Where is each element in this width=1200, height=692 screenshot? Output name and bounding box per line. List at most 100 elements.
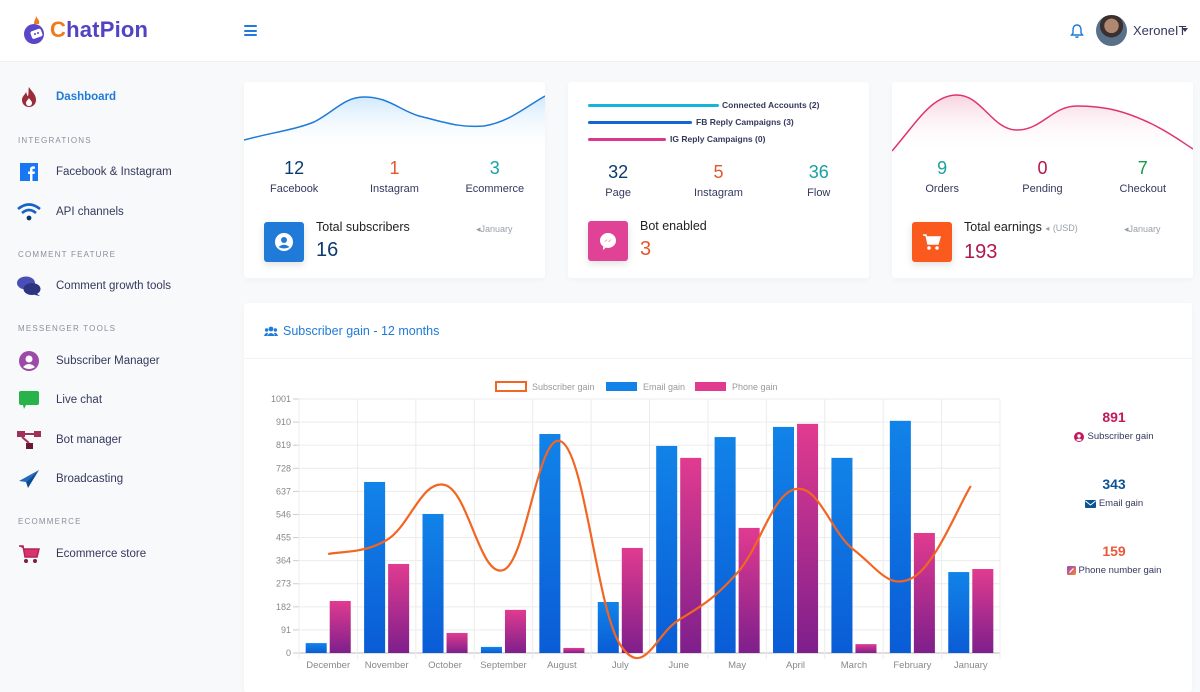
bar-email-gain (831, 457, 853, 653)
sidebar-item-ecommerce-store[interactable]: Ecommerce store (16, 543, 146, 565)
y-tick-label: 1001 (271, 394, 291, 404)
y-tick-label: 728 (276, 463, 291, 473)
x-tick-label: June (668, 660, 689, 671)
messenger-icon (600, 233, 616, 250)
sidebar-item-subscriber-manager[interactable]: Subscriber Manager (16, 350, 160, 372)
subscriber-gain-chart: 0 91 182 273 364 455 546 637 728 819 910 1001 Decemb… (244, 363, 1024, 692)
bar-email-gain (948, 572, 970, 653)
bar-email-gain (656, 445, 678, 653)
currency-label: (USD) (1052, 223, 1078, 233)
sidebar-item-label: Broadcasting (56, 473, 124, 485)
sidebar: Dashboard INTEGRATIONS Facebook & Instag… (0, 62, 232, 692)
stat-pending: 0 Pending (1022, 158, 1063, 195)
y-tick-label: 819 (276, 440, 291, 450)
sidebar-item-live-chat[interactable]: Live chat (16, 389, 102, 411)
bar-email-gain (597, 601, 619, 653)
y-tick-label: 637 (276, 486, 291, 496)
y-tick-label: 273 (276, 579, 291, 589)
bot-enabled-value: 3 (640, 238, 652, 260)
subscriber-icon-box (264, 222, 304, 262)
bar-phone-gain (972, 569, 994, 653)
connected-accounts-bar (588, 104, 719, 107)
bot-card: Connected Accounts (2) FB Reply Campaign… (568, 82, 869, 278)
sidebar-item-comment-growth-tools[interactable]: Comment growth tools (16, 275, 171, 297)
user-circle-icon (275, 233, 293, 251)
comments-icon (16, 275, 42, 297)
envelope-icon (1084, 499, 1096, 508)
cart-icon (16, 543, 42, 565)
cart-icon (923, 234, 941, 250)
x-tick-label: January (954, 660, 988, 671)
facebook-icon (16, 161, 42, 183)
bot-icon-box (588, 221, 628, 261)
sidebar-item-facebook-instagram[interactable]: Facebook & Instagram (16, 161, 172, 183)
bar-phone-gain (738, 527, 760, 653)
wifi-icon (16, 201, 42, 223)
bar-email-gain (480, 646, 502, 653)
total-subscribers-value: 16 (316, 239, 339, 261)
sidebar-item-label: Dashboard (56, 91, 117, 103)
bar-phone-gain (329, 600, 351, 653)
sidebar-item-label: API channels (56, 206, 124, 218)
bar-phone-gain (504, 609, 526, 653)
user-avatar[interactable] (1096, 15, 1127, 46)
phone-square-icon (1066, 566, 1076, 575)
bar-phone-gain (563, 647, 585, 653)
bell-icon[interactable] (1069, 23, 1085, 39)
bar-email-gain (305, 643, 327, 653)
fb-reply-campaigns-label: FB Reply Campaigns (3) (696, 117, 794, 127)
menu-toggle-icon[interactable] (244, 25, 257, 36)
brand-name: ChatPion (50, 17, 149, 42)
bot-enabled-label: Bot enabled (640, 219, 707, 233)
user-name[interactable]: XeroneIT (1133, 23, 1186, 38)
sidebar-item-broadcasting[interactable]: Broadcasting (16, 468, 123, 490)
legend-swatch-phone-gain (695, 382, 726, 391)
stat-facebook: 12 Facebook (270, 158, 319, 195)
subscriber-stats: 12 Facebook 1 Instagram 3 Ecommerce (244, 157, 545, 195)
bar-phone-gain (446, 632, 468, 653)
y-tick-label: 546 (276, 509, 291, 519)
chat-bubble-icon (16, 389, 42, 411)
sidebar-item-dashboard[interactable]: Dashboard (16, 86, 116, 108)
sidebar-item-label: Facebook & Instagram (56, 166, 172, 178)
x-tick-label: February (893, 660, 931, 671)
top-navbar: ChatPion XeroneIT (0, 0, 1200, 62)
legend-label-subscriber-gain: Subscriber gain (532, 382, 595, 392)
sidebar-item-api-channels[interactable]: API channels (16, 201, 124, 223)
section-header-messenger-tools: MESSENGER TOOLS (18, 324, 117, 333)
bar-phone-gain (797, 423, 819, 653)
sidebar-item-label: Ecommerce store (56, 548, 147, 560)
fb-reply-campaigns-bar (588, 121, 692, 124)
user-circle-icon (1074, 431, 1085, 442)
brand-logo[interactable]: ChatPion (22, 14, 148, 46)
bar-phone-gain (621, 547, 643, 653)
bar-email-gain (364, 481, 386, 653)
month-selector[interactable]: ◂January (476, 224, 513, 235)
bar-email-gain (889, 420, 911, 653)
stat-orders: 9 Orders (925, 158, 959, 195)
legend-label-phone-gain: Phone gain (732, 382, 778, 392)
total-earnings-label: Total earnings ◂ (USD) (964, 220, 1078, 234)
summary-phone-gain: 159 Phone number gain (1044, 543, 1184, 576)
x-tick-label: October (428, 660, 462, 671)
total-subscribers-label: Total subscribers (316, 220, 410, 234)
sidebar-item-bot-manager[interactable]: Bot manager (16, 429, 122, 451)
stat-page: 32 Page (605, 162, 631, 199)
stat-instagram: 1 Instagram (370, 158, 419, 195)
users-icon (264, 326, 278, 336)
bar-phone-gain (388, 563, 410, 653)
earnings-icon-box (912, 222, 952, 262)
legend-swatch-subscriber-gain (495, 381, 527, 392)
x-tick-label: May (728, 660, 746, 671)
paper-plane-icon (16, 468, 42, 490)
x-tick-label: August (547, 660, 577, 671)
x-tick-label: April (786, 660, 805, 671)
sidebar-item-label: Comment growth tools (56, 280, 172, 292)
month-selector[interactable]: ◂January (1124, 224, 1161, 235)
connected-accounts-label: Connected Accounts (2) (722, 100, 820, 110)
caret-down-icon[interactable] (1182, 28, 1188, 32)
ig-reply-campaigns-label: IG Reply Campaigns (0) (670, 134, 766, 144)
currency-caret-icon[interactable]: ◂ (1045, 224, 1049, 233)
sidebar-item-label: Live chat (56, 394, 103, 406)
x-tick-label: December (306, 660, 350, 671)
